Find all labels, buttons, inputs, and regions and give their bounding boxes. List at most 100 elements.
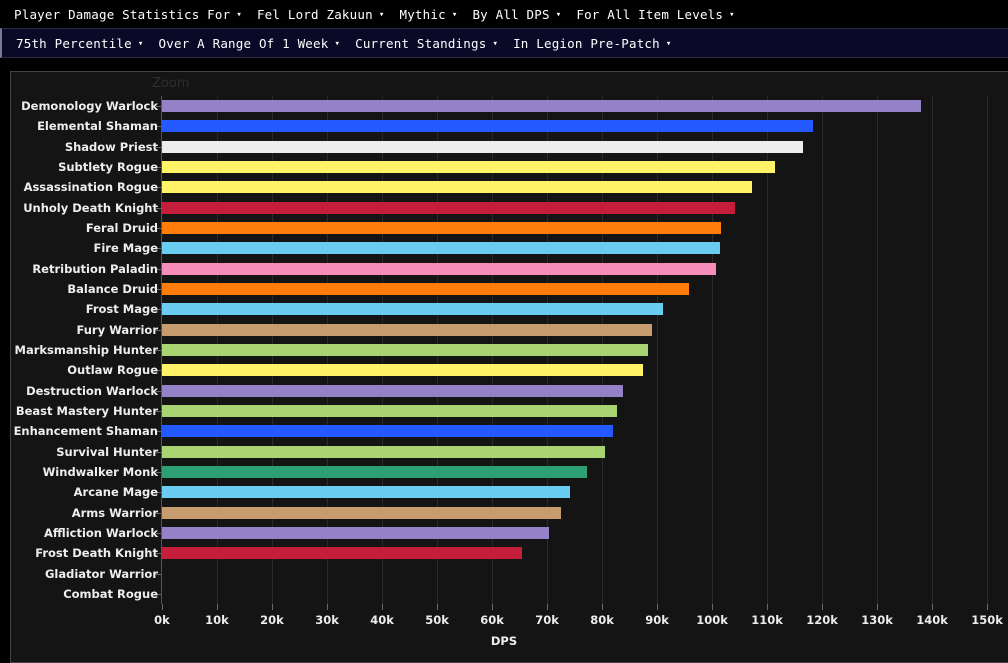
bar[interactable] bbox=[162, 181, 752, 194]
menu-item-percentile[interactable]: 75th Percentile ▾ bbox=[10, 33, 153, 54]
zoom-control-label[interactable]: Zoom bbox=[152, 76, 189, 91]
y-axis-label: Unholy Death Knight bbox=[23, 200, 158, 215]
chart-row[interactable]: Elemental Shaman bbox=[37, 116, 1008, 136]
y-axis-label: Fury Warrior bbox=[76, 322, 158, 337]
bar[interactable] bbox=[162, 506, 562, 519]
chart-row[interactable]: Demonology Warlock bbox=[21, 96, 1008, 116]
x-axis-tick-label: 130k bbox=[861, 613, 893, 627]
menu-item-item-level[interactable]: For All Item Levels ▾ bbox=[570, 4, 743, 25]
bar[interactable] bbox=[162, 445, 606, 458]
x-axis-tick-label: 140k bbox=[916, 613, 948, 627]
menu-label: 75th Percentile bbox=[16, 35, 132, 51]
menu-item-date-range[interactable]: Over A Range Of 1 Week ▾ bbox=[153, 33, 350, 54]
chart-row[interactable]: Subtlety Rogue bbox=[58, 157, 1008, 177]
bar[interactable] bbox=[162, 221, 721, 234]
y-axis-label: Survival Hunter bbox=[56, 444, 158, 459]
x-axis-tick-label: 20k bbox=[260, 613, 284, 627]
chart-row[interactable]: Frost Death Knight bbox=[35, 543, 1008, 563]
chart-row[interactable]: Unholy Death Knight bbox=[23, 198, 1008, 218]
x-axis-tick-label: 70k bbox=[535, 613, 559, 627]
chevron-down-icon: ▾ bbox=[492, 38, 499, 49]
y-axis-label: Feral Druid bbox=[85, 220, 158, 235]
menu-item-difficulty[interactable]: Mythic ▾ bbox=[393, 4, 466, 25]
y-axis-label: Marksmanship Hunter bbox=[14, 342, 158, 357]
chevron-down-icon: ▾ bbox=[451, 9, 458, 20]
chart-row[interactable]: Beast Mastery Hunter bbox=[16, 401, 1008, 421]
bar[interactable] bbox=[162, 547, 522, 560]
x-axis-tick-label: 0k bbox=[154, 613, 170, 627]
x-axis-tick-label: 120k bbox=[806, 613, 838, 627]
bar[interactable] bbox=[162, 465, 587, 478]
chart-row[interactable]: Fire Mage bbox=[93, 238, 1008, 258]
bar[interactable] bbox=[162, 404, 618, 417]
y-axis-label: Affliction Warlock bbox=[43, 525, 158, 540]
x-axis-tick-label: 30k bbox=[315, 613, 339, 627]
bar[interactable] bbox=[162, 140, 803, 153]
x-axis-tick-label: 10k bbox=[205, 613, 229, 627]
y-axis-label: Demonology Warlock bbox=[21, 99, 158, 113]
y-axis-label: Beast Mastery Hunter bbox=[15, 403, 158, 418]
chart-row[interactable]: Arcane Mage bbox=[74, 482, 1008, 502]
x-axis-tick-label: 150k bbox=[971, 613, 1003, 627]
bar[interactable] bbox=[162, 160, 776, 173]
y-axis-label: Retribution Paladin bbox=[32, 261, 158, 276]
y-axis-label: Shadow Priest bbox=[64, 139, 158, 154]
chart-row[interactable]: Feral Druid bbox=[86, 218, 1008, 238]
menu-item-patch[interactable]: In Legion Pre-Patch ▾ bbox=[507, 33, 680, 54]
x-axis-tick-label: 40k bbox=[370, 613, 394, 627]
chart-row[interactable]: Enhancement Shaman bbox=[14, 421, 1008, 441]
bar[interactable] bbox=[162, 323, 652, 336]
chart-row[interactable]: Shadow Priest bbox=[65, 137, 1008, 157]
chart-row[interactable]: Balance Druid bbox=[67, 279, 1008, 299]
chart-row[interactable]: Gladiator Warrior bbox=[45, 564, 1008, 584]
bar[interactable] bbox=[162, 282, 689, 295]
menu-label: Player Damage Statistics For bbox=[14, 6, 231, 22]
chart-row[interactable]: Survival Hunter bbox=[56, 442, 1008, 462]
bar[interactable] bbox=[162, 384, 623, 397]
bar[interactable] bbox=[162, 526, 550, 539]
secondary-toolbar: 75th Percentile ▾ Over A Range Of 1 Week… bbox=[0, 28, 1008, 58]
x-axis-title: DPS bbox=[490, 634, 518, 648]
menu-item-standings[interactable]: Current Standings ▾ bbox=[349, 33, 507, 54]
menu-label: By All DPS bbox=[472, 6, 550, 22]
chart-row[interactable]: Fury Warrior bbox=[76, 320, 1008, 340]
bar[interactable] bbox=[162, 343, 648, 356]
y-axis-label: Windwalker Monk bbox=[42, 464, 158, 479]
menu-item-statistics-type[interactable]: Player Damage Statistics For ▾ bbox=[8, 4, 251, 25]
chart-row[interactable]: Combat Rogue bbox=[63, 584, 1008, 604]
x-axis-tick bbox=[822, 604, 824, 610]
bar[interactable] bbox=[162, 425, 613, 438]
chevron-down-icon: ▾ bbox=[334, 38, 341, 49]
bar[interactable] bbox=[162, 303, 663, 316]
bar[interactable] bbox=[162, 100, 922, 112]
chart-row[interactable]: Marksmanship Hunter bbox=[15, 340, 1008, 360]
x-axis-tick-label: 100k bbox=[696, 613, 728, 627]
chart-row[interactable]: Outlaw Rogue bbox=[67, 360, 1008, 380]
bar[interactable] bbox=[162, 120, 813, 133]
chart-row[interactable]: Assassination Rogue bbox=[24, 177, 1008, 197]
bar[interactable] bbox=[162, 486, 571, 499]
chevron-down-icon: ▾ bbox=[236, 9, 242, 20]
bar[interactable] bbox=[162, 242, 721, 255]
chart-row[interactable]: Windwalker Monk bbox=[43, 462, 1008, 482]
y-axis-line bbox=[161, 96, 162, 604]
chevron-down-icon: ▾ bbox=[729, 9, 735, 20]
y-axis-label: Balance Druid bbox=[67, 281, 158, 296]
chart-row[interactable]: Retribution Paladin bbox=[32, 259, 1008, 279]
y-axis-label: Elemental Shaman bbox=[37, 119, 158, 134]
chevron-down-icon: ▾ bbox=[555, 9, 562, 20]
menu-label: Current Standings bbox=[355, 35, 487, 51]
menu-item-boss[interactable]: Fel Lord Zakuun ▾ bbox=[251, 4, 394, 25]
y-axis-label: Frost Mage bbox=[85, 302, 158, 317]
bar[interactable] bbox=[162, 201, 736, 214]
bar[interactable] bbox=[162, 262, 717, 275]
x-axis-tick bbox=[987, 604, 989, 610]
menu-item-metric[interactable]: By All DPS ▾ bbox=[466, 4, 570, 25]
chart-row[interactable]: Frost Mage bbox=[86, 299, 1008, 319]
menu-label: Over A Range Of 1 Week bbox=[158, 35, 329, 51]
chart-row[interactable]: Arms Warrior bbox=[72, 503, 1008, 523]
x-axis-tick bbox=[162, 604, 163, 610]
chart-row[interactable]: Destruction Warlock bbox=[26, 381, 1008, 401]
bar[interactable] bbox=[162, 364, 644, 377]
chart-row[interactable]: Affliction Warlock bbox=[44, 523, 1008, 543]
